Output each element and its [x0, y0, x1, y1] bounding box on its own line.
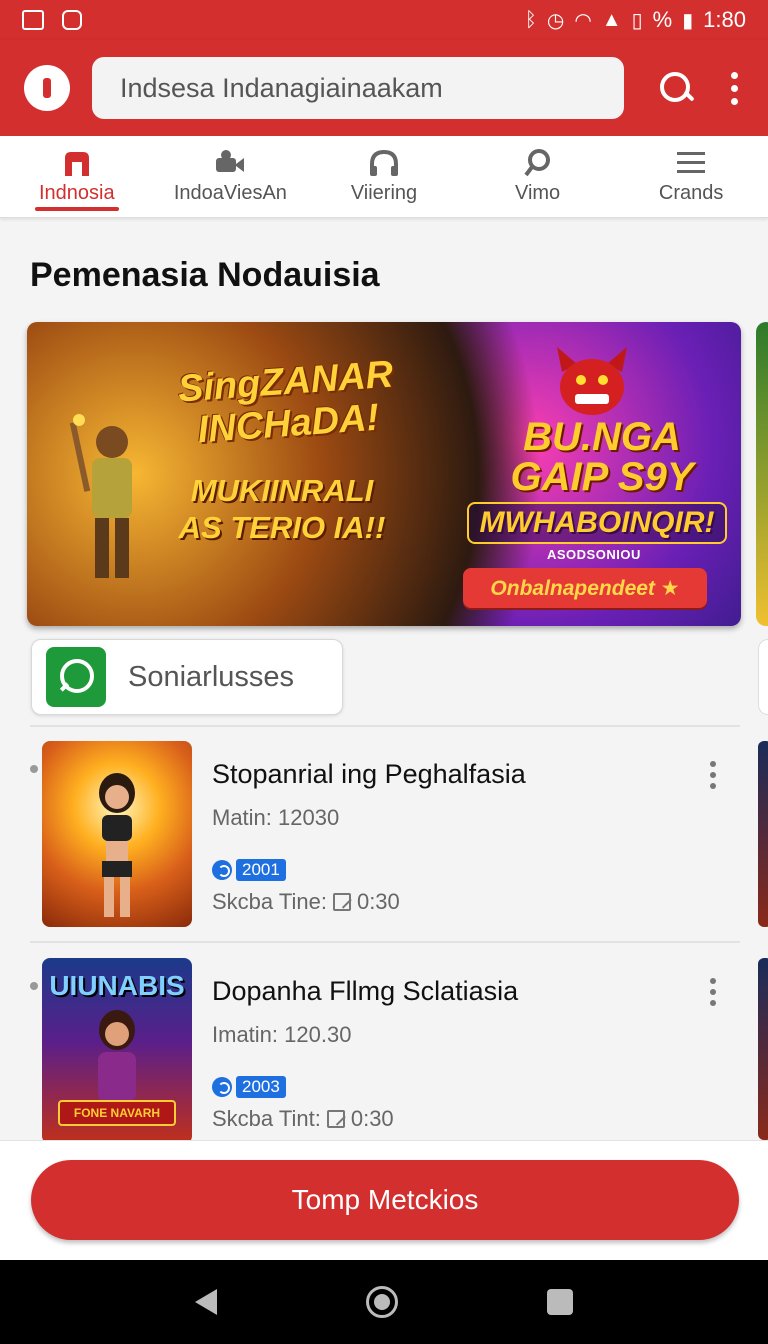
banner-title: SingZANAR INCHaDA!: [176, 353, 395, 452]
divider: [30, 941, 740, 943]
bullet-dot: [30, 982, 38, 990]
hero-character-image: [69, 414, 132, 578]
status-right: ᛒ ◷ ◠ ▲ ▯ % ▮ 1:80: [525, 7, 746, 33]
thumbnail-banner: FONE NAVARH: [58, 1100, 176, 1126]
time-label: Skcba Tint:: [212, 1106, 321, 1131]
banner-right-tag: ASODSONIOU: [547, 547, 641, 562]
edit-icon: [326, 1110, 345, 1128]
headset-icon: [369, 149, 398, 176]
status-bar: ᛒ ◷ ◠ ▲ ▯ % ▮ 1:80: [0, 0, 768, 40]
alarm-icon: ◷: [546, 9, 565, 32]
banner-subtitle: MUKIINRALI AS TERIO IA!!: [178, 473, 386, 546]
app-logo-icon[interactable]: [24, 65, 70, 111]
overflow-menu-icon[interactable]: [724, 71, 744, 105]
badge-text: 2001: [236, 859, 286, 881]
search-input[interactable]: Indsesa Indanagiainaakam: [92, 57, 624, 119]
promo-banner[interactable]: SingZANAR INCHaDA! MUKIINRALI AS TERIO I…: [27, 322, 741, 626]
message-notification-icon: [62, 10, 82, 30]
item-overflow-menu-icon[interactable]: [710, 761, 716, 789]
sync-icon: [212, 1077, 232, 1097]
menu-icon: [677, 152, 706, 173]
item-time: Skcba Tine: 0:30: [212, 889, 400, 915]
app-bar: Indsesa Indanagiainaakam: [0, 40, 768, 136]
bluetooth-icon: ᛒ: [524, 8, 537, 31]
sync-icon: [212, 860, 232, 880]
tab-bar: Indnosia IndoaViesAn Viiering Vimo Crand…: [0, 136, 768, 218]
search-icon: [523, 149, 550, 177]
system-nav-bar: [0, 1260, 768, 1344]
battery-percent: %: [652, 7, 673, 32]
tab-indnosia[interactable]: Indnosia: [0, 136, 154, 217]
badge-text: 2003: [236, 1076, 286, 1098]
tab-label: Vimo: [514, 182, 561, 204]
next-chip-peek[interactable]: [758, 639, 768, 715]
battery-icon: ▮: [682, 9, 694, 32]
time-label: Skcba Tine:: [212, 889, 327, 914]
tab-label: IndoaViesAn: [173, 182, 287, 204]
character-image: [98, 1010, 136, 1102]
wifi-icon: ◠: [574, 9, 592, 32]
bullet-dot: [30, 765, 38, 773]
chip-label: Soniarlusses: [128, 660, 295, 693]
item-title: Stopanrial ing Peghalfasia: [212, 759, 526, 789]
time-value: 0:30: [350, 1106, 394, 1131]
time-value: 0:30: [356, 889, 400, 914]
item-thumbnail[interactable]: [42, 741, 192, 927]
gallery-notification-icon: [22, 10, 44, 30]
videocam-icon: [216, 150, 245, 172]
item-badge: 2001: [212, 859, 286, 881]
item-overflow-menu-icon[interactable]: [710, 978, 716, 1006]
tab-viiering[interactable]: Viiering: [307, 136, 461, 217]
item-time: Skcba Tint: 0:30: [212, 1106, 394, 1132]
recent-apps-icon[interactable]: [547, 1289, 574, 1315]
search-icon[interactable]: [658, 70, 694, 106]
sim-icon: ▯: [631, 9, 643, 32]
app-bar-actions: [658, 70, 744, 106]
home-button-icon[interactable]: [365, 1286, 398, 1318]
next-banner-peek[interactable]: [756, 322, 768, 626]
item-badge: 2003: [212, 1076, 286, 1098]
tab-label: Viiering: [350, 182, 418, 204]
status-left: [22, 10, 525, 30]
tab-label: Indnosia: [38, 182, 115, 204]
back-icon[interactable]: [194, 1289, 217, 1315]
character-image: [99, 773, 135, 917]
banner-cta-button[interactable]: Onbalnapendeet ★: [463, 568, 707, 608]
item-meta: Imatin: 120.30: [212, 1022, 352, 1047]
next-item-peek[interactable]: [758, 958, 768, 1140]
tab-vimo[interactable]: Vimo: [461, 136, 615, 217]
list-item[interactable]: Stopanrial ing Peghalfasia Matin: 12030 …: [30, 741, 750, 937]
divider: [30, 725, 740, 727]
banner-right-subtitle: MWHABOINQIR!: [467, 502, 727, 544]
tab-label: Crands: [658, 182, 724, 204]
tab-crands[interactable]: Crands: [614, 136, 768, 217]
banner-right-title: BU.NGA GAIP S9Y: [510, 415, 694, 499]
item-thumbnail[interactable]: UIUNABIS FONE NAVARH: [42, 958, 192, 1144]
primary-action-button[interactable]: Tomp Metckios: [31, 1160, 739, 1240]
chat-bubble-icon: [46, 647, 106, 707]
tab-indoaviesan[interactable]: IndoaViesAn: [154, 136, 308, 217]
list-item[interactable]: UIUNABIS FONE NAVARH Dopanha Fllmg Sclat…: [30, 958, 750, 1154]
signal-icon: ▲: [601, 8, 622, 31]
home-icon: [64, 152, 89, 176]
thumbnail-title: UIUNABIS: [49, 970, 185, 1001]
section-title: Pemenasia Nodauisia: [30, 256, 380, 294]
item-meta: Matin: 12030: [212, 805, 340, 830]
category-chip[interactable]: Soniarlusses: [31, 639, 343, 715]
edit-icon: [332, 893, 351, 911]
item-title: Dopanha Fllmg Sclatiasia: [212, 976, 519, 1006]
status-time: 1:80: [703, 7, 746, 32]
villain-character-image: [557, 347, 627, 415]
next-item-peek[interactable]: [758, 741, 768, 927]
